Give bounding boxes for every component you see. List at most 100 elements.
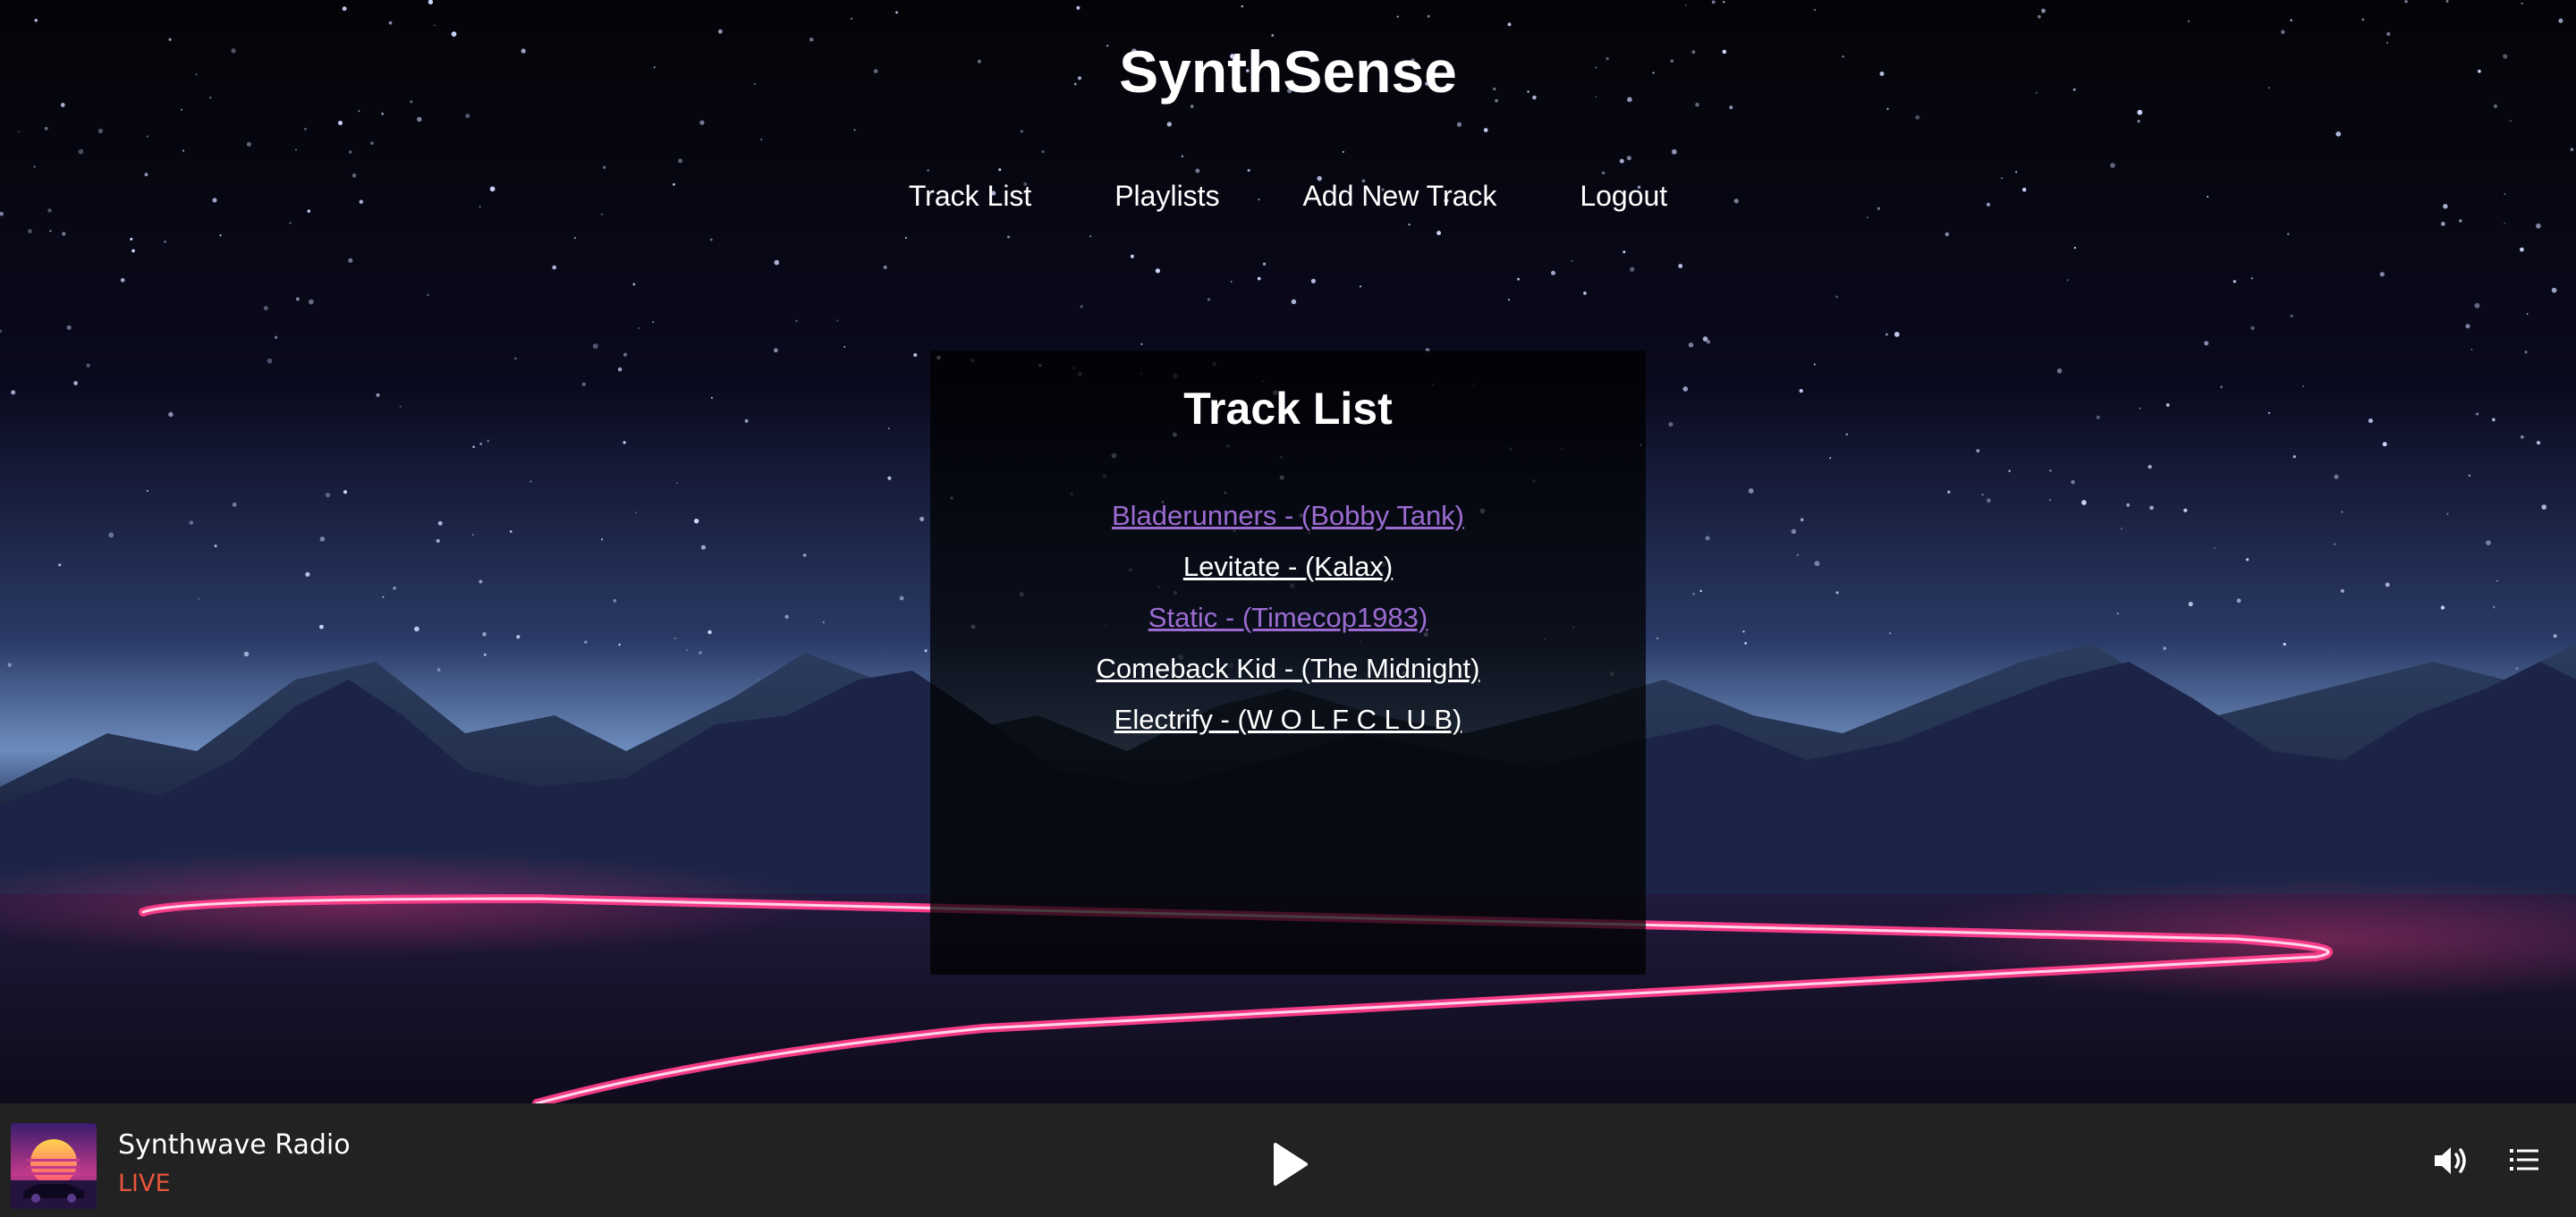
star bbox=[2515, 667, 2519, 670]
star bbox=[1981, 493, 1984, 496]
star bbox=[584, 640, 588, 644]
star bbox=[2121, 528, 2123, 529]
star bbox=[2250, 325, 2255, 331]
star bbox=[1682, 386, 1689, 392]
star bbox=[1263, 262, 1267, 266]
star bbox=[1020, 130, 1024, 133]
star bbox=[1684, 4, 1687, 6]
star bbox=[2066, 279, 2069, 282]
star bbox=[1456, 122, 1462, 127]
star bbox=[294, 148, 298, 151]
volume-icon bbox=[2435, 1147, 2466, 1174]
star bbox=[699, 120, 705, 125]
star bbox=[2015, 171, 2018, 173]
star bbox=[120, 278, 125, 283]
star bbox=[2139, 407, 2141, 410]
star bbox=[381, 112, 385, 115]
star bbox=[1800, 518, 1804, 522]
star bbox=[1619, 158, 1624, 164]
star bbox=[2536, 440, 2541, 445]
star bbox=[436, 668, 441, 672]
star bbox=[618, 643, 621, 647]
star bbox=[613, 599, 617, 603]
star bbox=[676, 482, 679, 485]
star bbox=[382, 596, 385, 598]
star bbox=[2110, 163, 2115, 168]
star bbox=[17, 131, 20, 133]
star bbox=[2361, 18, 2365, 21]
star bbox=[1814, 561, 1820, 567]
nav-add-new-track[interactable]: Add New Track bbox=[1302, 175, 1496, 216]
star bbox=[484, 653, 487, 656]
star bbox=[1835, 591, 1839, 595]
star bbox=[2382, 442, 2387, 447]
star bbox=[2486, 540, 2491, 545]
star bbox=[146, 489, 148, 492]
star bbox=[802, 554, 807, 557]
star bbox=[433, 24, 436, 27]
star bbox=[2165, 403, 2170, 407]
star bbox=[1508, 299, 1510, 301]
star bbox=[2520, 435, 2524, 439]
star bbox=[774, 348, 778, 353]
star bbox=[337, 120, 343, 126]
track-link[interactable]: Bladerunners - (Bobby Tank) bbox=[1112, 500, 1464, 531]
star bbox=[2281, 30, 2285, 35]
play-icon bbox=[1274, 1143, 1308, 1186]
track-link[interactable]: Comeback Kid - (The Midnight) bbox=[1097, 653, 1480, 684]
star bbox=[2163, 647, 2166, 650]
star bbox=[393, 587, 396, 590]
star bbox=[600, 538, 604, 541]
star bbox=[581, 382, 586, 386]
star bbox=[1207, 298, 1211, 301]
star bbox=[267, 358, 273, 364]
star bbox=[924, 649, 928, 653]
star bbox=[552, 265, 557, 270]
star bbox=[853, 129, 856, 131]
star bbox=[919, 516, 925, 521]
star bbox=[2302, 385, 2305, 387]
star bbox=[78, 148, 84, 155]
star bbox=[487, 439, 490, 443]
star bbox=[2536, 223, 2541, 229]
queue-list-button[interactable] bbox=[2508, 1145, 2540, 1175]
star bbox=[219, 234, 222, 237]
star bbox=[573, 236, 577, 240]
star bbox=[760, 139, 763, 140]
star bbox=[2214, 547, 2216, 550]
star bbox=[2470, 349, 2473, 351]
star bbox=[603, 165, 606, 169]
star bbox=[414, 626, 419, 632]
star bbox=[2465, 324, 2470, 329]
star bbox=[2445, 0, 2449, 3]
track-link[interactable]: Electrify - (W O L F C L U B) bbox=[1114, 704, 1462, 735]
nav-playlists[interactable]: Playlists bbox=[1114, 175, 1219, 216]
volume-button[interactable] bbox=[2431, 1143, 2470, 1179]
star bbox=[623, 352, 628, 357]
star bbox=[774, 259, 780, 266]
star bbox=[1623, 250, 1626, 254]
star bbox=[308, 299, 314, 305]
star bbox=[2521, 2, 2523, 4]
star bbox=[2496, 579, 2498, 582]
nav-logout[interactable]: Logout bbox=[1580, 175, 1667, 216]
star bbox=[263, 306, 268, 311]
star bbox=[2220, 385, 2223, 389]
play-button[interactable] bbox=[1267, 1139, 1313, 1189]
track-link[interactable]: Levitate - (Kalax) bbox=[1183, 551, 1393, 582]
list-item: Static - (Timecop1983) bbox=[930, 592, 1646, 643]
star bbox=[1427, 14, 1430, 18]
star bbox=[1630, 266, 1635, 272]
track-link[interactable]: Static - (Timecop1983) bbox=[1148, 602, 1428, 633]
star bbox=[2446, 512, 2449, 515]
star bbox=[2137, 120, 2140, 123]
live-status-badge: LIVE bbox=[118, 1170, 171, 1197]
star bbox=[2492, 605, 2496, 609]
star bbox=[2474, 302, 2480, 308]
nav-track-list[interactable]: Track List bbox=[909, 175, 1032, 216]
star bbox=[883, 265, 887, 270]
star bbox=[2290, 19, 2293, 21]
star bbox=[73, 381, 78, 385]
star bbox=[2041, 8, 2046, 13]
star bbox=[304, 127, 307, 131]
